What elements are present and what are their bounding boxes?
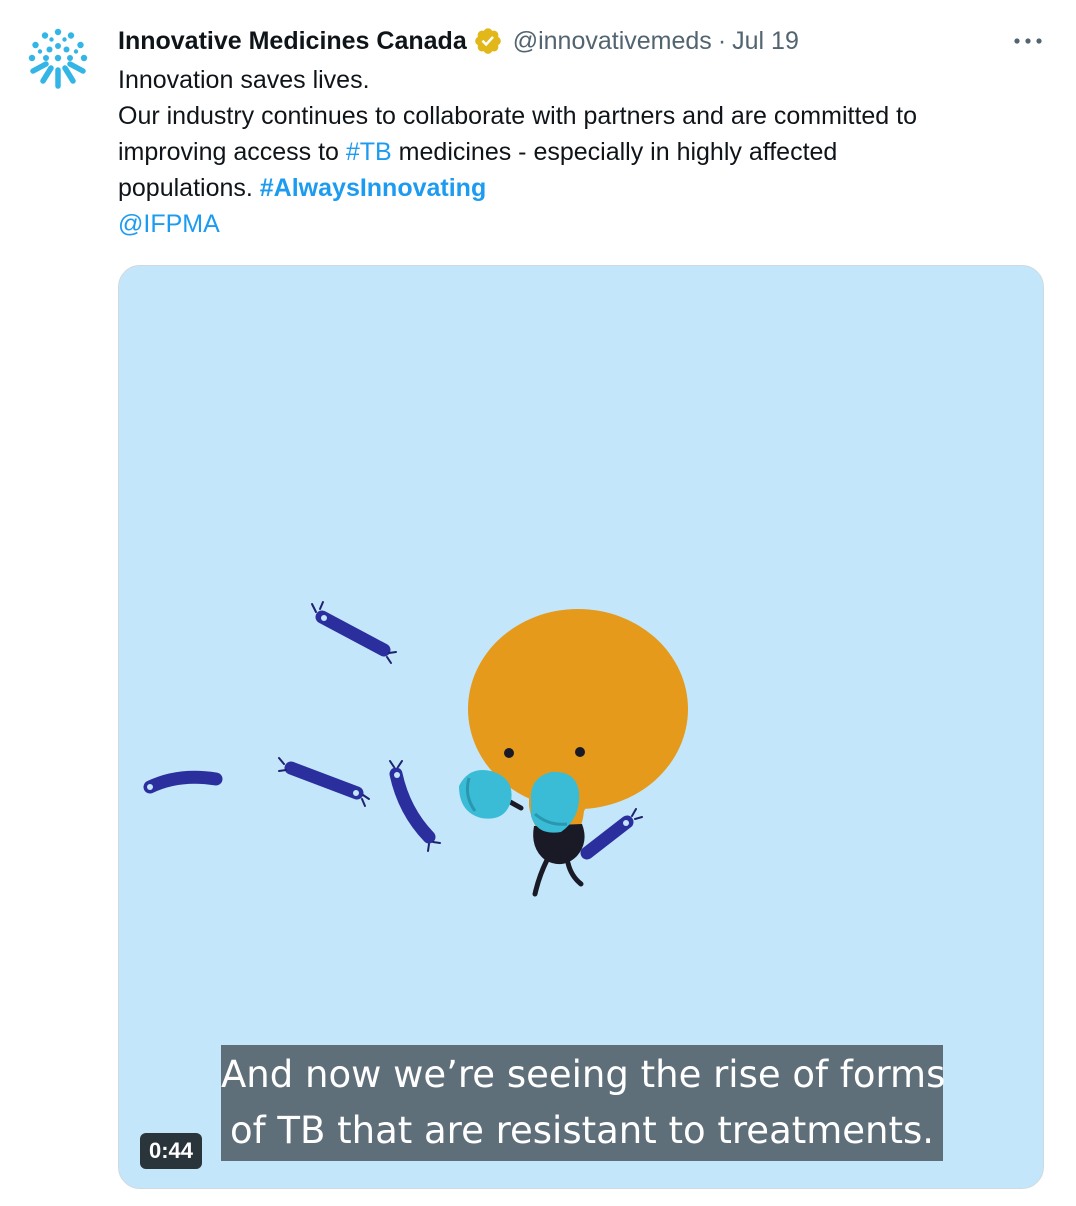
header-separator: · <box>717 27 727 55</box>
tweet-line-3-start: improving access to <box>118 138 346 166</box>
video-caption: And now we’re seeing the rise of forms o… <box>221 1045 946 1161</box>
tweet-date[interactable]: Jul 19 <box>732 24 799 58</box>
author-avatar[interactable] <box>18 18 98 98</box>
tweet-header: Innovative Medicines Canada @innovativem… <box>118 24 799 58</box>
video-player[interactable]: And now we’re seeing the rise of forms o… <box>118 265 1044 1189</box>
verified-badge-icon <box>473 26 503 56</box>
tweet-line-4-start: populations. <box>118 174 260 202</box>
mention-ifpma-link[interactable]: @IFPMA <box>118 206 1048 242</box>
sunburst-logo-icon <box>28 28 88 89</box>
more-options-button[interactable] <box>1008 24 1048 58</box>
tweet[interactable]: Innovative Medicines Canada @innovativem… <box>0 0 1076 1206</box>
tweet-line-3-end: medicines - especially in highly affecte… <box>391 138 838 166</box>
video-duration-badge: 0:44 <box>140 1133 203 1169</box>
caption-line-2: of TB that are resistant to treatments. <box>229 1109 935 1152</box>
hashtag-always-innovating-link[interactable]: #AlwaysInnovating <box>260 174 486 202</box>
tweet-line-4: populations. #AlwaysInnovating <box>118 170 1048 206</box>
tweet-text: Innovation saves lives. Our industry con… <box>118 62 1048 242</box>
tweet-line-3: improving access to #TB medicines - espe… <box>118 134 1048 170</box>
author-handle[interactable]: @innovativemeds <box>513 24 712 58</box>
caption-line-1: And now we’re seeing the rise of forms <box>221 1053 946 1096</box>
tweet-line-1: Innovation saves lives. <box>118 66 370 94</box>
author-display-name[interactable]: Innovative Medicines Canada <box>118 24 467 58</box>
hashtag-tb-link[interactable]: #TB <box>346 138 392 166</box>
more-options-icon <box>1014 38 1042 44</box>
tweet-line-2: Our industry continues to collaborate wi… <box>118 102 918 130</box>
